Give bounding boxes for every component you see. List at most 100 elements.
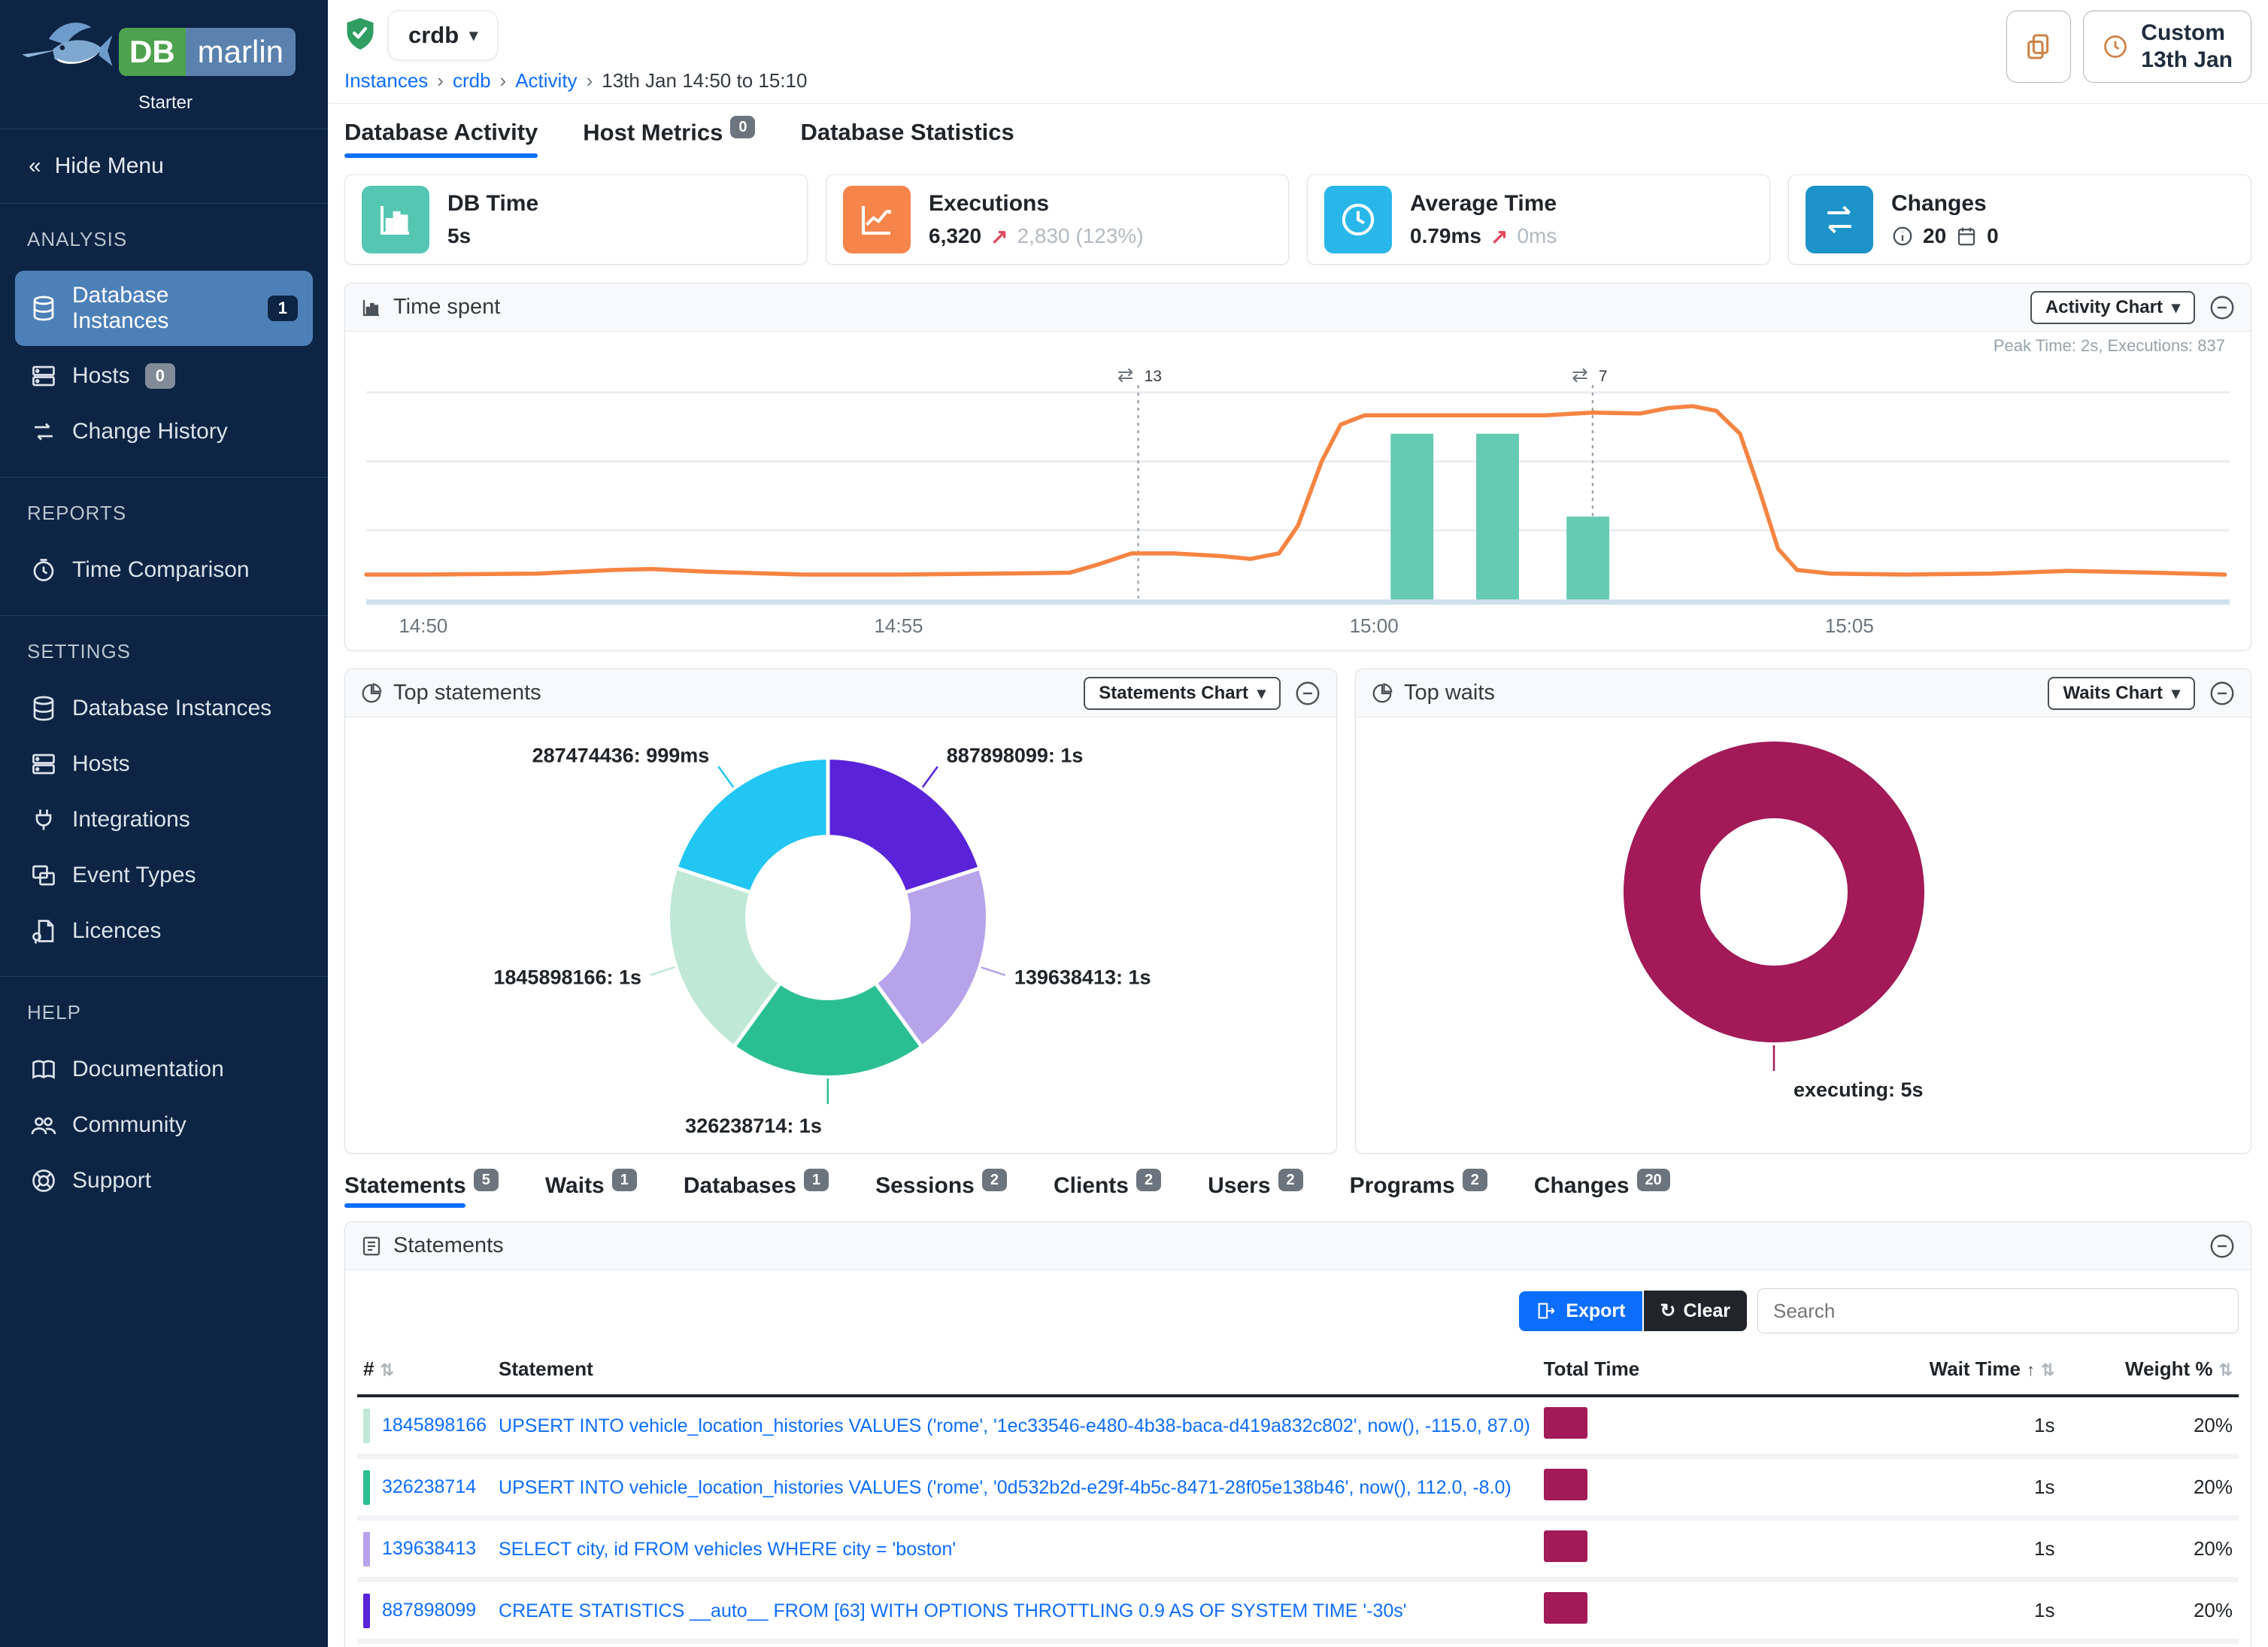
- tab-database-activity[interactable]: Database Activity: [344, 119, 538, 158]
- sort-icon[interactable]: ⇅: [2219, 1360, 2233, 1379]
- subtab-badge: 1: [804, 1169, 829, 1191]
- brand-db: DB: [119, 28, 186, 76]
- kpi-average-time: Average Time 0.79ms ↗ 0ms: [1307, 174, 1770, 265]
- kpi-executions: Executions 6,320 ↗ 2,830 (123%): [826, 174, 1289, 265]
- statement-id-link[interactable]: 139638413: [382, 1538, 476, 1559]
- instance-selector[interactable]: crdb ▾: [388, 11, 498, 60]
- sidebar-section-help: HELP Documentation Community Support: [0, 987, 328, 1215]
- panel-title: Statements: [393, 1233, 504, 1258]
- time-range-button[interactable]: Custom 13th Jan: [2083, 11, 2251, 83]
- section-title: HELP: [15, 1001, 313, 1039]
- breadcrumb-instances[interactable]: Instances: [344, 69, 428, 93]
- kpi-db-time: DB Time 5s: [344, 174, 808, 265]
- changes-info-count: 20: [1923, 224, 1946, 248]
- subtab-programs[interactable]: Programs2: [1350, 1172, 1487, 1208]
- sidebar-item-support[interactable]: Support: [15, 1155, 313, 1206]
- column-header-statement[interactable]: Statement: [493, 1344, 1538, 1396]
- sidebar-item-change-history[interactable]: Change History: [15, 406, 313, 457]
- statement-link[interactable]: SELECT city, id FROM vehicles WHERE city…: [499, 1539, 956, 1560]
- time-spent-chart: 14:5014:5515:0015:05⇄13⇄7Peak Time: 2s, …: [345, 332, 2251, 646]
- bar-chart-icon: [360, 296, 383, 319]
- sidebar-item-documentation[interactable]: Documentation: [15, 1044, 313, 1095]
- chevron-down-icon: ▾: [2172, 298, 2180, 317]
- subtab-clients[interactable]: Clients2: [1054, 1172, 1161, 1208]
- sidebar-item-database-instances-settings[interactable]: Database Instances: [15, 683, 313, 734]
- statement-link[interactable]: CREATE STATISTICS __auto__ FROM [63] WIT…: [499, 1600, 1406, 1621]
- plan-tier-label: Starter: [138, 93, 310, 114]
- weight-cell: 20%: [2060, 1518, 2239, 1580]
- clear-button[interactable]: ↻ Clear: [1644, 1291, 1748, 1331]
- breadcrumb-separator: ›: [437, 69, 444, 93]
- tab-database-statistics[interactable]: Database Statistics: [800, 119, 1014, 158]
- collapse-panel-icon[interactable]: [2209, 680, 2236, 707]
- subtab-statements[interactable]: Statements5: [344, 1172, 499, 1208]
- subtab-databases[interactable]: Databases1: [684, 1172, 829, 1208]
- table-toolbar: Export ↻ Clear: [345, 1270, 2251, 1339]
- panel-title: Top waits: [1404, 681, 1495, 705]
- statement-id-link[interactable]: 326238714: [382, 1476, 476, 1497]
- sidebar-item-hosts-settings[interactable]: Hosts: [15, 739, 313, 790]
- sidebar-item-event-types[interactable]: Event Types: [15, 850, 313, 901]
- column-header-wait-time[interactable]: Wait Time↑⇅: [1772, 1344, 2061, 1396]
- wait-time-cell: 1s: [1772, 1518, 2061, 1580]
- subtab-changes[interactable]: Changes20: [1534, 1172, 1670, 1208]
- sidebar-item-time-comparison[interactable]: Time Comparison: [15, 544, 313, 596]
- sort-icon[interactable]: ⇅: [2041, 1360, 2054, 1379]
- hide-menu-button[interactable]: « Hide Menu: [0, 140, 328, 193]
- svg-text:287474436: 999ms: 287474436: 999ms: [532, 745, 710, 767]
- subtab-sessions[interactable]: Sessions2: [875, 1172, 1007, 1208]
- tab-host-metrics[interactable]: Host Metrics0: [583, 119, 755, 158]
- sidebar-item-hosts[interactable]: Hosts 0: [15, 350, 313, 402]
- divider: [0, 203, 328, 204]
- statement-id-link[interactable]: 1845898166: [382, 1415, 487, 1436]
- chevrons-left-icon: «: [29, 153, 41, 179]
- copy-link-button[interactable]: [2006, 11, 2071, 83]
- svg-text:15:00: 15:00: [1350, 614, 1399, 637]
- svg-text:Peak Time: 2s, Executions: 837: Peak Time: 2s, Executions: 837: [1994, 336, 2225, 355]
- subtab-badge: 2: [1463, 1169, 1487, 1191]
- export-button[interactable]: Export: [1519, 1291, 1642, 1331]
- sort-icon[interactable]: ⇅: [380, 1360, 393, 1379]
- time-spent-panel: Time spent Activity Chart ▾ 14:5014:5515…: [344, 283, 2251, 651]
- waits-chart-dropdown[interactable]: Waits Chart ▾: [2048, 677, 2195, 710]
- bar-chart-icon: [362, 186, 429, 253]
- brand-wordmark: DB marlin: [119, 28, 296, 76]
- weight-cell: 20%: [2060, 1457, 2239, 1518]
- subtab-waits[interactable]: Waits1: [545, 1172, 637, 1208]
- table-row: 326238714 UPSERT INTO vehicle_location_h…: [357, 1457, 2239, 1518]
- licence-icon: [30, 918, 57, 945]
- collapse-panel-icon[interactable]: [2209, 1233, 2236, 1260]
- column-header-weight[interactable]: Weight %⇅: [2060, 1344, 2239, 1396]
- clock-icon: [1324, 186, 1392, 253]
- people-icon: [30, 1112, 57, 1139]
- breadcrumb-activity[interactable]: Activity: [515, 69, 577, 93]
- statements-chart-dropdown[interactable]: Statements Chart ▾: [1084, 677, 1281, 710]
- svg-text:1845898166: 1s: 1845898166: 1s: [493, 966, 641, 989]
- column-header-total-time[interactable]: Total Time: [1538, 1344, 1772, 1396]
- export-icon: [1536, 1300, 1557, 1321]
- column-header-id[interactable]: #⇅: [357, 1344, 493, 1396]
- total-time-bar: [1544, 1530, 1587, 1562]
- sidebar-item-integrations[interactable]: Integrations: [15, 794, 313, 845]
- chevron-down-icon: ▾: [469, 26, 478, 45]
- total-time-bar: [1544, 1592, 1587, 1624]
- sort-asc-icon[interactable]: ↑: [2027, 1360, 2035, 1379]
- activity-chart-dropdown[interactable]: Activity Chart ▾: [2030, 291, 2195, 324]
- statement-link[interactable]: UPSERT INTO vehicle_location_histories V…: [499, 1415, 1530, 1436]
- kpi-title: DB Time: [447, 191, 538, 217]
- total-time-bar: [1544, 1407, 1587, 1439]
- swap-arrows-icon: [30, 418, 57, 445]
- sidebar-item-database-instances[interactable]: Database Instances 1: [15, 271, 313, 346]
- pie-chart-icon: [1371, 682, 1393, 705]
- subtab-users[interactable]: Users2: [1208, 1172, 1303, 1208]
- sidebar-item-licences[interactable]: Licences: [15, 905, 313, 957]
- collapse-panel-icon[interactable]: [1294, 680, 1321, 707]
- breadcrumb-separator: ›: [587, 69, 593, 93]
- breadcrumb-crdb[interactable]: crdb: [453, 69, 491, 93]
- collapse-panel-icon[interactable]: [2209, 294, 2236, 321]
- search-input[interactable]: [1757, 1288, 2239, 1333]
- statement-id-link[interactable]: 887898099: [382, 1600, 476, 1621]
- statement-link[interactable]: UPSERT INTO vehicle_location_histories V…: [499, 1477, 1511, 1498]
- section-title: SETTINGS: [15, 640, 313, 678]
- sidebar-item-community[interactable]: Community: [15, 1100, 313, 1151]
